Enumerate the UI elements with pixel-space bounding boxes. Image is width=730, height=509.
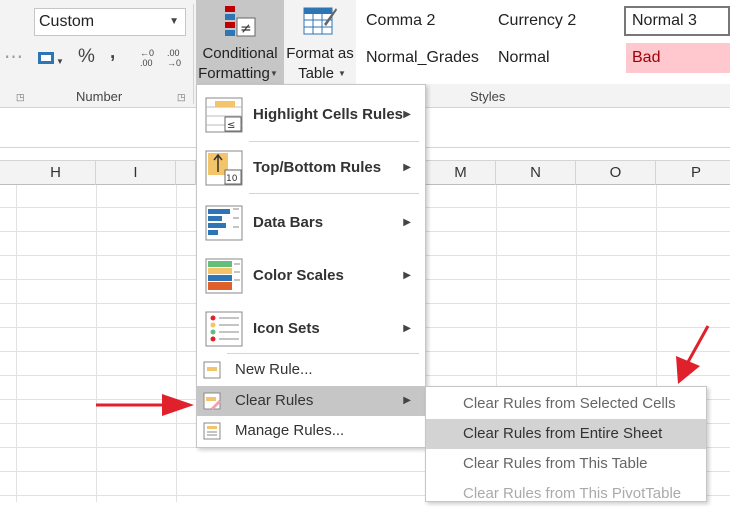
chevron-right-icon: ▶ [403,323,411,334]
number-group-label: Number [76,89,123,104]
chevron-right-icon: ▶ [403,395,411,406]
submenu-item-clear-selected-cells[interactable]: Clear Rules from Selected Cells [426,389,706,419]
chevron-right-icon: ▶ [403,162,411,173]
dialog-launcher-icon[interactable]: ◳ [16,92,25,103]
menu-item-label: Manage Rules... [235,422,345,439]
menu-item-top-bottom-rules[interactable]: 10 Top/Bottom Rules ▶ [197,142,425,194]
cell-styles-gallery: Comma 2 Currency 2 Normal 3 Normal_Grade… [356,0,730,84]
menu-item-color-scales[interactable]: Color Scales ▶ [197,250,425,302]
number-dialog-launcher-icon[interactable]: ◳ [177,92,186,103]
increase-decimal-button[interactable]: ←0 .00 [140,48,160,68]
color-scales-icon [205,258,243,294]
chevron-down-icon: ▼ [169,16,179,27]
svg-text:≤: ≤ [227,120,235,131]
icon-sets-icon [205,311,243,347]
manage-rules-icon [203,422,221,440]
accounting-format-button[interactable]: ▼ [36,48,64,70]
menu-item-label: New Rule... [235,361,313,378]
menu-item-label: Icon Sets [253,320,320,337]
number-format-value: Custom [39,13,95,30]
style-comma-2[interactable]: Comma 2 [360,6,484,36]
menu-item-new-rule[interactable]: New Rule... [197,355,425,385]
menu-item-manage-rules[interactable]: Manage Rules... [197,416,425,446]
menu-item-data-bars[interactable]: Data Bars ▶ [197,197,425,249]
highlight-cells-icon: ≤ [205,97,243,133]
conditional-formatting-button[interactable]: ≠ Conditional Formatting ▼ [196,0,284,84]
format-as-table-icon [303,7,337,35]
conditional-formatting-label-line1: Conditional [202,45,278,62]
column-header-partial[interactable] [176,161,196,185]
style-bad[interactable]: Bad [626,43,730,73]
submenu-item-clear-entire-sheet[interactable]: Clear Rules from Entire Sheet [426,419,706,449]
percent-style-button[interactable]: % [78,46,95,68]
annotation-arrow-right [676,325,710,384]
top-bottom-icon: 10 [205,150,243,186]
conditional-formatting-icon: ≠ [225,6,256,37]
svg-text:▼: ▼ [56,57,64,66]
chevron-down-icon: ▼ [270,69,278,78]
svg-text:10: 10 [226,174,238,184]
comma-style-button[interactable]: , [110,42,115,64]
column-header-m[interactable]: M [426,161,496,185]
submenu-item-clear-this-table[interactable]: Clear Rules from This Table [426,449,706,479]
menu-item-label: Data Bars [253,214,324,231]
format-as-table-button[interactable]: Format as Table ▼ [286,0,354,84]
menu-item-label: Top/Bottom Rules [253,159,382,176]
chevron-right-icon: ▶ [403,217,411,228]
chevron-right-icon: ▶ [403,109,411,120]
style-normal-3[interactable]: Normal 3 [624,6,730,36]
conditional-formatting-label-line2: Formatting [198,65,270,82]
submenu-item-clear-this-pivottable[interactable]: Clear Rules from This PivotTable [426,479,706,509]
column-header-i[interactable]: I [96,161,176,185]
format-as-table-label-line2: Table [298,65,334,82]
number-format-dropdown[interactable]: Custom ▼ [34,8,186,36]
menu-item-label: Highlight Cells Rules [253,106,404,123]
menu-item-clear-rules[interactable]: Clear Rules ▶ [197,386,425,416]
format-as-table-label-line1: Format as [286,45,354,62]
style-normal-grades[interactable]: Normal_Grades [360,43,488,73]
conditional-formatting-menu: ≤ Highlight Cells Rules ▶ 10 Top/Bottom … [196,84,426,448]
chevron-down-icon: ▼ [338,69,346,78]
group-separator [193,4,194,104]
decrease-decimal-button[interactable]: .00 →0 [167,48,187,68]
chevron-right-icon: ▶ [403,270,411,281]
style-currency-2[interactable]: Currency 2 [492,6,616,36]
data-bars-icon [205,205,243,241]
column-header-o[interactable]: O [576,161,656,185]
accounting-icon: ▼ [38,52,64,66]
styles-group-label: Styles [470,89,506,104]
menu-item-icon-sets[interactable]: Icon Sets ▶ [197,303,425,355]
new-rule-icon [203,361,221,379]
clear-rules-submenu: Clear Rules from Selected Cells Clear Ru… [425,386,707,502]
column-header-p[interactable]: P [656,161,730,185]
ribbon-cut-off-icon: ⋯ [4,47,23,68]
svg-text:≠: ≠ [240,21,252,37]
menu-item-highlight-cells-rules[interactable]: ≤ Highlight Cells Rules ▶ [197,89,425,141]
column-header-n[interactable]: N [496,161,576,185]
clear-rules-icon [203,392,221,410]
style-normal[interactable]: Normal [492,43,616,73]
menu-item-label: Color Scales [253,267,344,284]
annotation-arrow-left [96,394,194,416]
menu-item-label: Clear Rules [235,392,314,409]
column-header-h[interactable]: H [16,161,96,185]
